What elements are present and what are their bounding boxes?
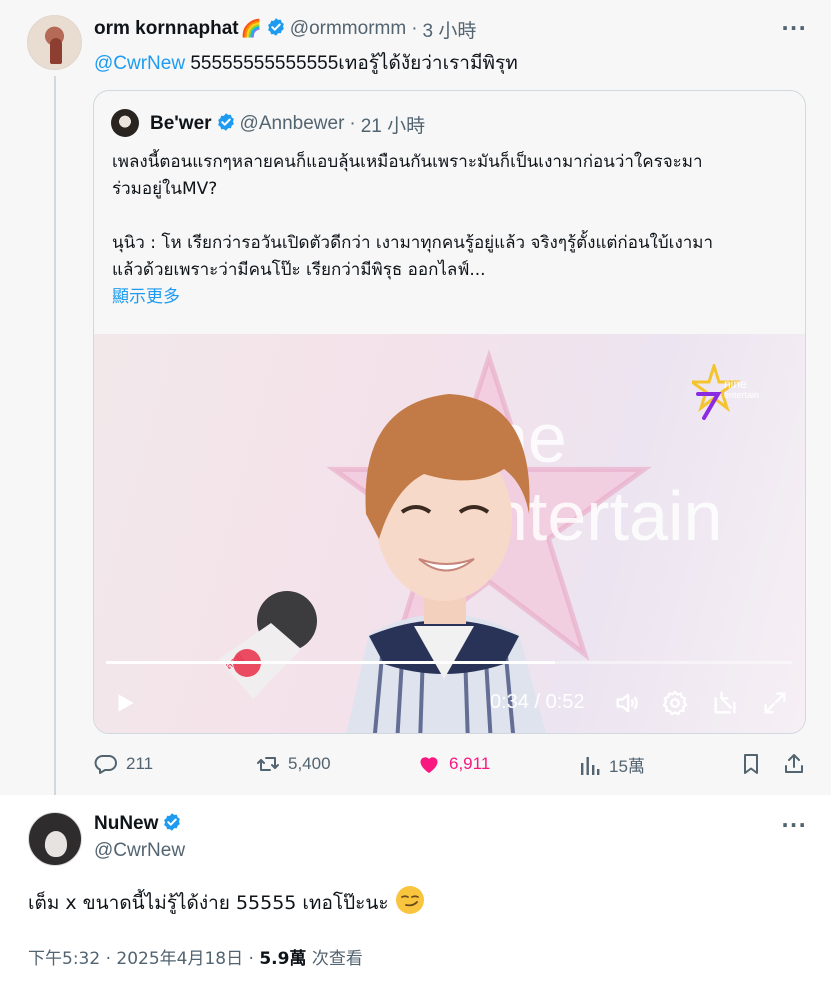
logo-text: nine entertain xyxy=(724,377,760,400)
quote-timestamp[interactable]: 21 小時 xyxy=(361,111,425,138)
video-time: 0:34 / 0:52 xyxy=(490,691,585,713)
reply-button[interactable]: 211 xyxy=(94,752,153,776)
reply-body: 55555555555555เทอรู้ได้งัยว่าเรามีพิรุท xyxy=(190,53,518,74)
more-options-icon[interactable]: ··· xyxy=(781,815,807,835)
more-options-icon[interactable]: ··· xyxy=(781,18,807,38)
like-button[interactable]: 6,911 xyxy=(417,752,490,776)
avatar[interactable] xyxy=(27,15,82,70)
pip-icon[interactable] xyxy=(711,689,739,721)
smirking-face-icon xyxy=(395,885,425,920)
bookmark-button[interactable] xyxy=(739,752,771,776)
main-tweet-text: เต็ม x ขนาดนี้ไม่รู้ได้ง่าย 55555 เทอโป๊… xyxy=(28,885,425,920)
main-body: เต็ม x ขนาดนี้ไม่รู้ได้ง่าย 55555 เทอโป๊… xyxy=(28,891,389,914)
quote-line: ร่วมอยู่ในMV? xyxy=(112,179,218,199)
main-author-name[interactable]: NuNew xyxy=(94,813,158,835)
microphone xyxy=(219,591,317,699)
analytics-icon xyxy=(579,753,601,777)
mention-link[interactable]: @CwrNew xyxy=(94,53,185,74)
thread-line xyxy=(54,76,56,798)
share-icon xyxy=(782,752,806,776)
quote-line: นุนิว : โห เรียกว่ารอวันเปิดตัวดีกว่า เง… xyxy=(112,233,714,253)
volume-icon[interactable] xyxy=(613,689,641,721)
video-progress-fill xyxy=(106,661,555,664)
video-progress-bar[interactable] xyxy=(106,661,792,664)
quote-author-line: Be'wer @Annbewer · 21 小時 xyxy=(150,111,425,138)
verified-icon xyxy=(266,17,286,41)
reply-count: 211 xyxy=(126,754,154,773)
quoted-tweet[interactable]: Be'wer @Annbewer · 21 小時 เพลงนี้ตอนแรกๆห… xyxy=(93,90,806,734)
share-button[interactable] xyxy=(782,752,814,776)
main-avatar[interactable] xyxy=(28,812,82,866)
separator: · xyxy=(411,18,418,39)
settings-gear-icon[interactable] xyxy=(661,689,689,721)
repost-icon xyxy=(256,752,280,776)
reply-icon xyxy=(94,752,118,776)
verified-icon xyxy=(216,112,236,136)
post-time[interactable]: 下午5:32 · 2025年4月18日 · xyxy=(28,949,259,969)
view-count: 15萬 xyxy=(609,757,645,776)
rainbow-emoji: 🌈 xyxy=(240,19,262,39)
play-icon[interactable] xyxy=(112,689,138,721)
main-author-line: NuNew xyxy=(94,812,186,836)
reply-text: @CwrNew 55555555555555เทอรู้ได้งัยว่าเรา… xyxy=(94,48,518,78)
views-label: 次查看 xyxy=(306,949,363,969)
quote-author-name[interactable]: Be'wer xyxy=(150,113,212,135)
main-author-handle[interactable]: @CwrNew xyxy=(94,840,185,862)
bookmark-icon xyxy=(739,752,763,776)
quote-author-handle[interactable]: @Annbewer xyxy=(240,113,345,135)
video-player[interactable]: ne ntertain nine entertain สรยุ 0:34 / 0… xyxy=(94,334,805,733)
separator: · xyxy=(349,113,356,134)
fullscreen-icon[interactable] xyxy=(761,689,789,721)
quote-text: เพลงนี้ตอนแรกๆหลายคนก็แอบลุ้นเหมือนกันเพ… xyxy=(112,149,792,311)
verified-icon xyxy=(162,812,182,836)
quote-line: เพลงนี้ตอนแรกๆหลายคนก็แอบลุ้นเหมือนกันเพ… xyxy=(112,152,703,172)
like-count: 6,911 xyxy=(449,754,491,773)
views-count: 5.9萬 xyxy=(259,949,307,969)
author-name[interactable]: orm kornnaphat xyxy=(94,18,239,40)
repost-count: 5,400 xyxy=(288,754,331,773)
repost-button[interactable]: 5,400 xyxy=(256,752,331,776)
author-handle[interactable]: @ormmormm xyxy=(290,18,406,40)
action-bar: 211 5,400 6,911 15萬 xyxy=(0,748,831,782)
tweet-meta: 下午5:32 · 2025年4月18日 · 5.9萬 次查看 xyxy=(28,944,363,969)
timestamp[interactable]: 3 小時 xyxy=(423,16,477,43)
reply-author-line: orm kornnaphat 🌈 @ormmormm · 3 小時 xyxy=(94,16,477,43)
quote-avatar[interactable] xyxy=(111,109,139,137)
views-button[interactable]: 15萬 xyxy=(579,752,645,777)
show-more-link[interactable]: 顯示更多 xyxy=(112,284,792,311)
reply-tweet[interactable]: orm kornnaphat 🌈 @ormmormm · 3 小時 ··· @C… xyxy=(0,0,831,798)
quote-line: แล้วด้วยเพราะว่ามีคนโป๊ะ เรียกว่ามีพิรุธ… xyxy=(112,260,486,280)
heart-icon xyxy=(417,752,441,776)
